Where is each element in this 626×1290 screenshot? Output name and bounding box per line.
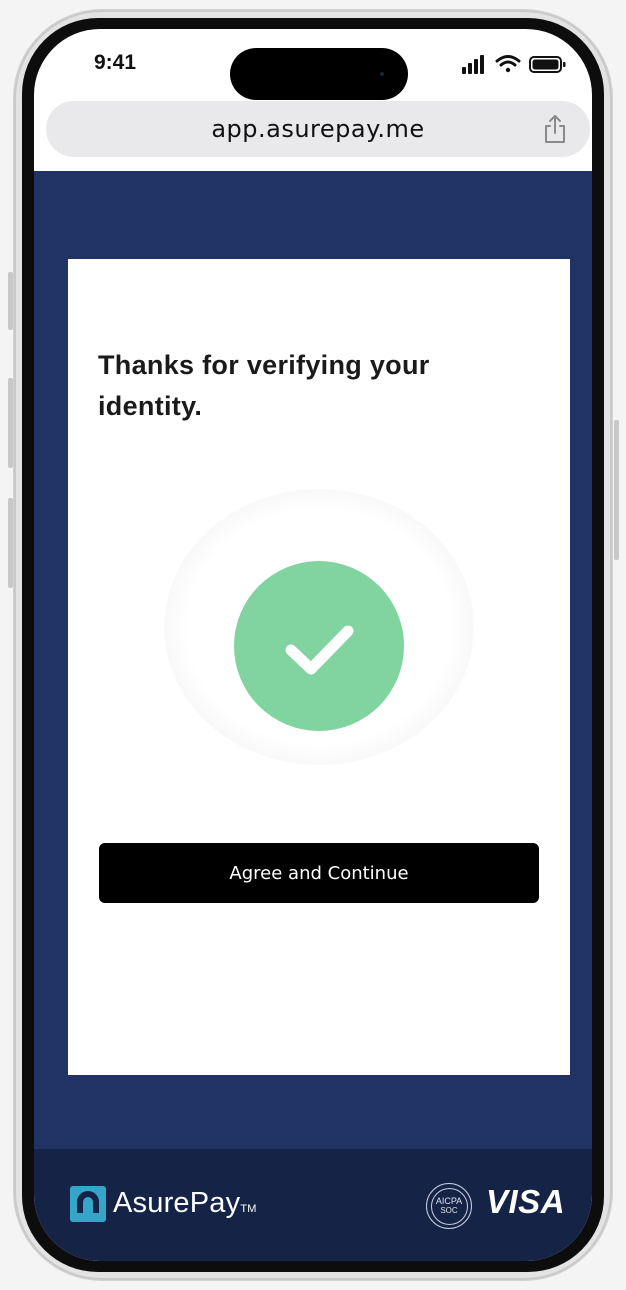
brand-name: AsurePay — [113, 1187, 241, 1219]
asurepay-logo-icon — [70, 1186, 106, 1222]
url-text: app.asurepay.me — [211, 115, 425, 143]
checkmark-icon — [285, 625, 354, 675]
verification-card: Thanks for verifying your identity. Agre… — [68, 259, 570, 1075]
action-button — [8, 272, 13, 330]
phone-screen: 9:41 app.asurepay.me Thanks for verifyin… — [34, 29, 592, 1261]
page-content: Thanks for verifying your identity. Agre… — [34, 171, 592, 1149]
camera-dot — [380, 72, 384, 76]
aicpa-soc-badge: AICPA SOC — [426, 1183, 472, 1229]
battery-icon — [529, 56, 566, 73]
success-badge — [234, 561, 404, 731]
badge-line2: SOC — [440, 1206, 458, 1215]
signal-icon — [462, 55, 484, 74]
address-bar[interactable]: app.asurepay.me — [46, 101, 590, 157]
brand-trademark: TM — [240, 1203, 257, 1215]
visa-logo: VISA — [486, 1183, 566, 1220]
dynamic-island — [230, 48, 408, 100]
status-icons — [460, 53, 570, 75]
page-heading: Thanks for verifying your identity. — [98, 350, 430, 421]
footer: AsurePayTM AICPA SOC VISA — [34, 1149, 592, 1261]
agree-continue-button[interactable]: Agree and Continue — [99, 843, 539, 903]
power-button — [614, 420, 619, 560]
share-icon[interactable] — [542, 113, 568, 145]
badge-line1: AICPA — [435, 1196, 463, 1206]
volume-up-button — [8, 378, 13, 468]
volume-down-button — [8, 498, 13, 588]
wifi-icon — [495, 55, 521, 73]
brand-wordmark: AsurePayTM — [113, 1187, 257, 1220]
status-time: 9:41 — [94, 51, 137, 74]
